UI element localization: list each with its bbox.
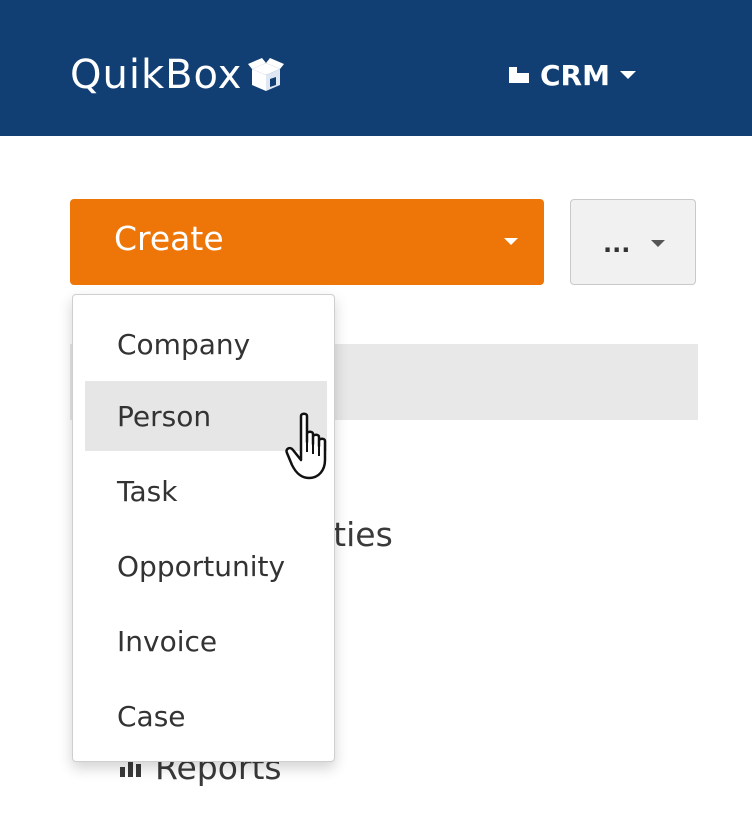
menu-item-case[interactable]: Case: [85, 681, 327, 751]
module-switcher[interactable]: CRM: [508, 55, 636, 95]
module-label: CRM: [540, 58, 610, 92]
top-navbar: QuikBox CRM: [0, 0, 752, 136]
hand-pointer-icon: [285, 412, 327, 480]
menu-item-label: Case: [117, 699, 186, 733]
create-button[interactable]: Create: [70, 199, 544, 285]
building-icon: [509, 67, 529, 83]
menu-item-label: Company: [117, 327, 251, 361]
more-actions-label: ...: [603, 230, 631, 258]
create-dropdown-menu: Company Person Task Opportunity Invoice …: [72, 294, 335, 762]
create-caret-icon[interactable]: [504, 238, 518, 245]
chevron-down-icon: [619, 71, 636, 79]
menu-item-opportunity[interactable]: Opportunity: [85, 531, 327, 601]
chevron-down-icon: [651, 240, 665, 247]
menu-item-label: Task: [117, 474, 178, 508]
menu-item-invoice[interactable]: Invoice: [85, 606, 327, 676]
box-icon: [248, 58, 285, 91]
create-button-label: Create: [114, 219, 224, 258]
menu-item-label: Invoice: [117, 624, 218, 658]
menu-item-company[interactable]: Company: [85, 309, 327, 379]
app-logo[interactable]: QuikBox: [70, 50, 286, 100]
menu-item-label: Opportunity: [117, 549, 286, 583]
menu-item-label: Person: [117, 399, 212, 433]
more-actions-button[interactable]: ...: [570, 199, 696, 285]
logo-text: QuikBox: [70, 52, 243, 98]
